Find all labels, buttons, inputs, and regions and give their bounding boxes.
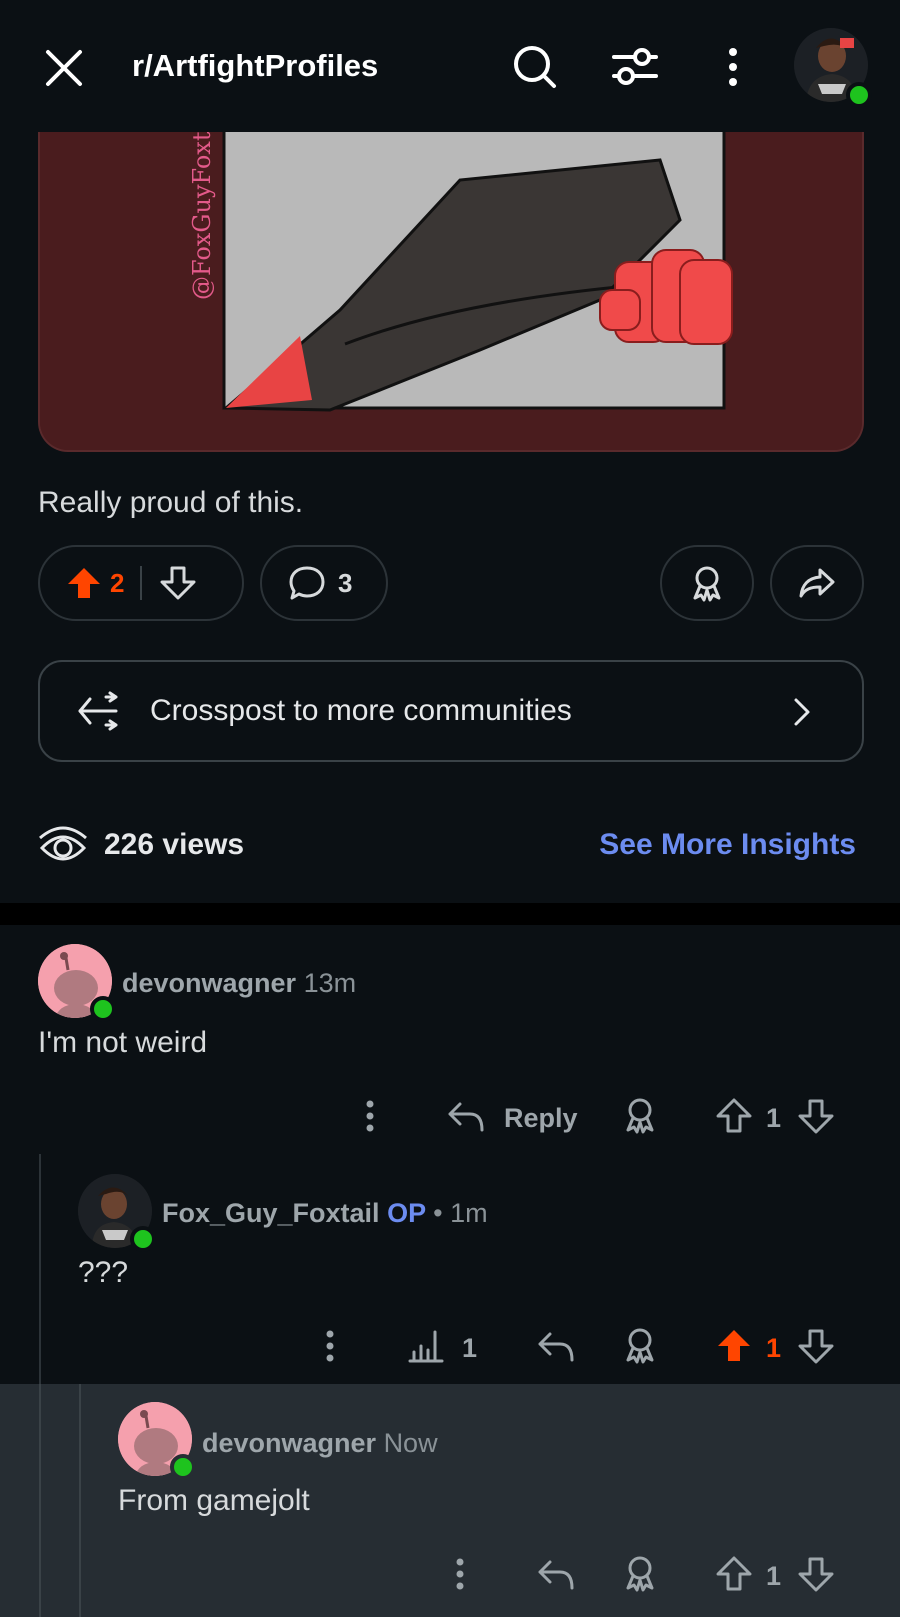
online-status-indicator [130, 1226, 156, 1252]
online-status-indicator [90, 996, 116, 1022]
crosspost-label: Crosspost to more communities [150, 694, 572, 727]
award-icon[interactable] [622, 1326, 658, 1364]
op-badge: OP [387, 1198, 426, 1228]
comment-timestamp: • 1m [433, 1198, 488, 1228]
upvote-icon[interactable] [716, 1556, 752, 1592]
crosspost-button[interactable]: Crosspost to more communities [38, 660, 864, 762]
upvote-icon[interactable] [66, 566, 102, 600]
comment-text: ??? [78, 1256, 129, 1289]
thread-line[interactable] [79, 1384, 81, 1617]
share-icon [798, 566, 836, 600]
downvote-icon[interactable] [798, 1098, 834, 1134]
stats-bar-icon[interactable] [406, 1328, 446, 1364]
comment-vote-count: 1 [766, 1333, 782, 1363]
downvote-icon[interactable] [160, 566, 196, 600]
comment-timestamp: 13m [303, 968, 357, 998]
comment-username[interactable]: devonwagner Now [202, 1428, 438, 1459]
comment-more-icon[interactable] [360, 1098, 380, 1134]
downvote-icon[interactable] [798, 1328, 834, 1364]
section-divider [0, 903, 900, 925]
online-status-indicator [846, 82, 872, 108]
post-vote-count: 2 [110, 567, 125, 598]
vote-separator [140, 566, 143, 600]
comment-username[interactable]: devonwagner 13m [122, 968, 356, 999]
views-eye-icon [38, 824, 88, 866]
reply-icon[interactable] [446, 1098, 486, 1134]
search-icon[interactable] [510, 42, 560, 92]
online-status-indicator [170, 1454, 196, 1480]
upvote-icon[interactable] [716, 1328, 752, 1364]
comment-text: I'm not weird [38, 1026, 208, 1059]
views-count: 226 views [104, 828, 245, 861]
comment-more-icon[interactable] [320, 1328, 340, 1364]
reply-icon[interactable] [536, 1328, 576, 1364]
comments-button[interactable]: 3 [260, 545, 388, 621]
views-row: 226 views See More Insights [38, 820, 864, 870]
post-body-text: Really proud of this. [38, 486, 304, 519]
thread-line[interactable] [39, 1384, 41, 1617]
subreddit-title[interactable]: r/ArtfightProfiles [132, 48, 378, 84]
reply-button[interactable]: Reply [504, 1103, 578, 1134]
chevron-right-icon [792, 696, 812, 728]
upvote-icon[interactable] [716, 1098, 752, 1134]
more-options-icon[interactable] [718, 42, 748, 92]
award-icon[interactable] [622, 1096, 658, 1134]
comment-vote-count: 1 [766, 1103, 782, 1133]
close-icon[interactable] [40, 44, 88, 92]
top-header: r/ArtfightProfiles [0, 0, 900, 132]
crosspost-icon [76, 691, 122, 731]
comment-timestamp: Now [383, 1428, 438, 1458]
post-comment-count: 3 [338, 567, 353, 598]
comment-stats-count: 1 [462, 1333, 478, 1363]
award-button[interactable] [660, 545, 754, 621]
award-icon [689, 564, 725, 602]
see-more-insights-link[interactable]: See More Insights [599, 828, 856, 862]
award-icon[interactable] [622, 1554, 658, 1592]
reply-icon[interactable] [536, 1556, 576, 1592]
share-button[interactable] [770, 545, 864, 621]
post-vote-bar: 2 [38, 545, 244, 621]
comment-more-icon[interactable] [450, 1556, 470, 1592]
comment-username[interactable]: Fox_Guy_Foxtail OP • 1m [162, 1198, 488, 1229]
downvote-icon[interactable] [798, 1556, 834, 1592]
comment-vote-count: 1 [766, 1561, 782, 1591]
filter-icon[interactable] [608, 42, 662, 92]
comment-text: From gamejolt [118, 1484, 310, 1517]
comment-bubble-icon [288, 565, 326, 601]
post-image[interactable]: @FoxGuyFoxtail [38, 100, 864, 452]
